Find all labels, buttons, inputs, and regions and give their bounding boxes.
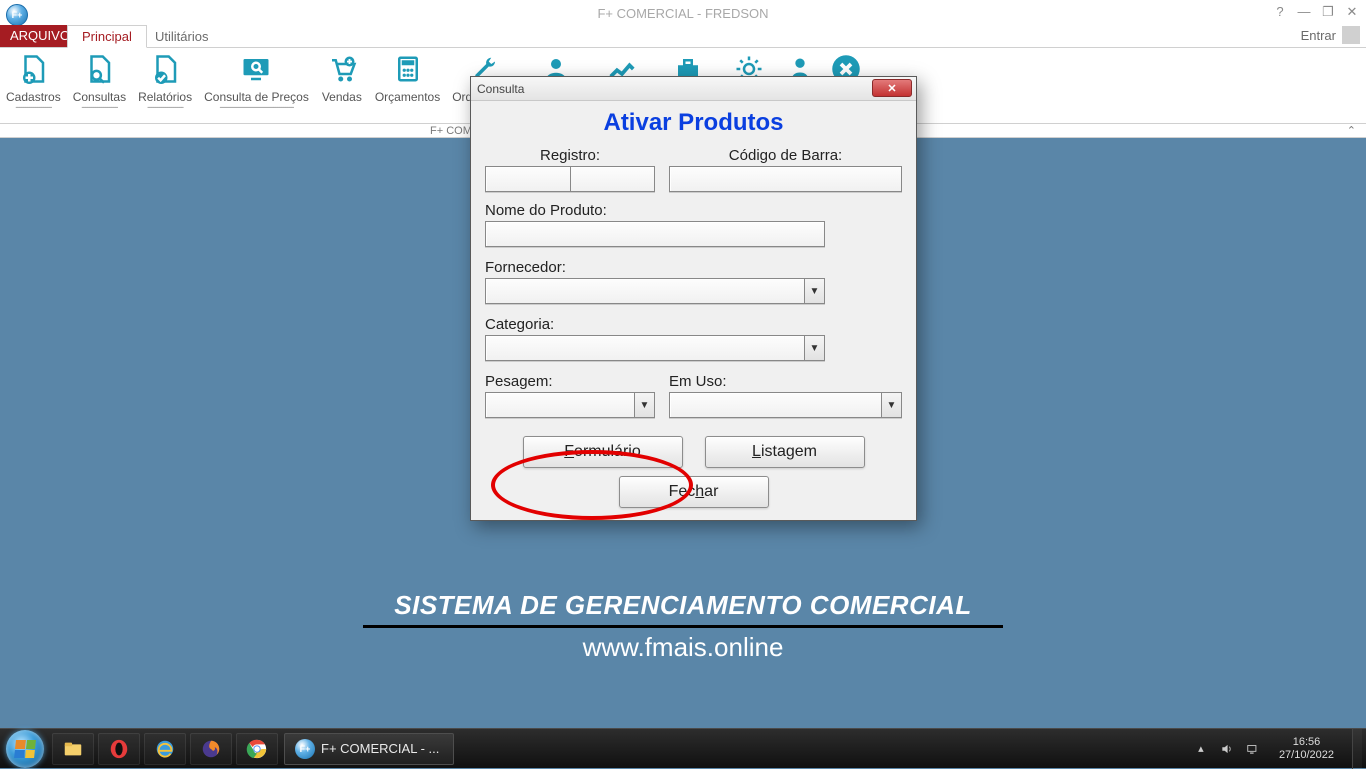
start-button[interactable] <box>6 730 44 768</box>
tray-date: 27/10/2022 <box>1279 749 1334 762</box>
label-fornecedor: Fornecedor: <box>485 259 902 276</box>
chevron-down-icon: ▼ <box>881 393 901 417</box>
chevron-down-icon: ▼ <box>634 393 654 417</box>
banner-title: SISTEMA DE GERENCIAMENTO COMERCIAL <box>363 590 1003 621</box>
select-em-uso[interactable]: ▼ <box>669 392 902 418</box>
banner-url: www.fmais.online <box>363 632 1003 663</box>
chevron-down-icon: ▼ <box>804 336 824 360</box>
label-em-uso: Em Uso: <box>669 373 902 390</box>
ribbon-orcamentos[interactable]: Orçamentos <box>369 52 446 104</box>
app-icon: F+ <box>6 4 28 26</box>
ribbon-consulta-precos[interactable]: Consulta de Preços ---------------------… <box>198 52 315 110</box>
banner-divider <box>363 625 1003 628</box>
formulario-button[interactable]: Formulário <box>523 436 683 468</box>
fechar-button[interactable]: Fechar <box>619 476 769 508</box>
app-title: F+ COMERCIAL - FREDSON <box>597 6 768 21</box>
chevron-down-icon: ▼ <box>804 279 824 303</box>
tray-time: 16:56 <box>1279 736 1334 749</box>
calculator-icon <box>391 52 425 86</box>
select-categoria[interactable]: ▼ <box>485 335 825 361</box>
ribbon-cadastros[interactable]: Cadastros ------------------ <box>0 52 67 110</box>
input-nome-produto[interactable] <box>485 221 825 247</box>
label-codigo-barra: Código de Barra: <box>669 147 902 164</box>
label-categoria: Categoria: <box>485 316 902 333</box>
show-desktop-button[interactable] <box>1352 729 1362 769</box>
taskbar-chrome-icon[interactable] <box>236 733 278 765</box>
tab-utilitarios[interactable]: Utilitários <box>140 25 223 48</box>
taskbar-app-label: F+ COMERCIAL - ... <box>321 741 439 756</box>
tray-chevron-up-icon[interactable]: ▴ <box>1193 741 1209 757</box>
file-plus-icon <box>16 52 50 86</box>
tray-volume-icon[interactable] <box>1219 741 1235 757</box>
restore-icon[interactable]: ❐ <box>1320 4 1336 20</box>
taskbar-firefox-icon[interactable] <box>190 733 232 765</box>
dialog-close-button[interactable]: ✕ <box>872 79 912 97</box>
file-search-icon <box>82 52 116 86</box>
login-link[interactable]: Entrar <box>1301 28 1336 43</box>
avatar-icon[interactable] <box>1342 26 1360 44</box>
file-check-icon <box>148 52 182 86</box>
listagem-button[interactable]: Listagem <box>705 436 865 468</box>
label-registro: Registro: <box>485 147 655 164</box>
tray-network-icon[interactable] <box>1245 741 1261 757</box>
tray-clock[interactable]: 16:56 27/10/2022 <box>1271 736 1342 762</box>
label-nome-produto: Nome do Produto: <box>485 202 902 219</box>
monitor-search-icon <box>239 52 273 86</box>
cart-icon <box>325 52 359 86</box>
taskbar-opera-icon[interactable] <box>98 733 140 765</box>
label-pesagem: Pesagem: <box>485 373 655 390</box>
taskbar-ie-icon[interactable] <box>144 733 186 765</box>
minimize-icon[interactable]: — <box>1296 4 1312 20</box>
banner: SISTEMA DE GERENCIAMENTO COMERCIAL www.f… <box>363 590 1003 663</box>
dialog-heading: Ativar Produtos <box>485 103 902 147</box>
dialog-consulta: Consulta ✕ Ativar Produtos Registro: Cód… <box>470 76 917 521</box>
tab-principal[interactable]: Principal <box>67 25 147 48</box>
input-registro[interactable] <box>485 166 655 192</box>
system-tray: ▴ 16:56 27/10/2022 <box>1193 729 1366 769</box>
ribbon-collapse-icon[interactable]: ⌃ <box>1347 124 1356 137</box>
taskbar: F+ F+ COMERCIAL - ... ▴ 16:56 27/10/2022 <box>0 728 1366 768</box>
taskbar-app-button[interactable]: F+ F+ COMERCIAL - ... <box>284 733 454 765</box>
help-icon[interactable]: ? <box>1272 4 1288 20</box>
ribbon-consultas[interactable]: Consultas ------------------ <box>67 52 132 110</box>
input-codigo-barra[interactable] <box>669 166 902 192</box>
app-titlebar: F+ F+ COMERCIAL - FREDSON ? — ❐ ✕ ARQUIV… <box>0 0 1366 48</box>
app-orb-icon: F+ <box>295 739 315 759</box>
ribbon-vendas[interactable]: Vendas <box>315 52 369 104</box>
dialog-titlebar[interactable]: Consulta ✕ <box>471 77 916 101</box>
ribbon-relatorios[interactable]: Relatórios ------------------ <box>132 52 198 110</box>
close-icon[interactable]: ✕ <box>1344 4 1360 20</box>
select-pesagem[interactable]: ▼ <box>485 392 655 418</box>
taskbar-explorer-icon[interactable] <box>52 733 94 765</box>
select-fornecedor[interactable]: ▼ <box>485 278 825 304</box>
dialog-title-text: Consulta <box>477 82 524 96</box>
